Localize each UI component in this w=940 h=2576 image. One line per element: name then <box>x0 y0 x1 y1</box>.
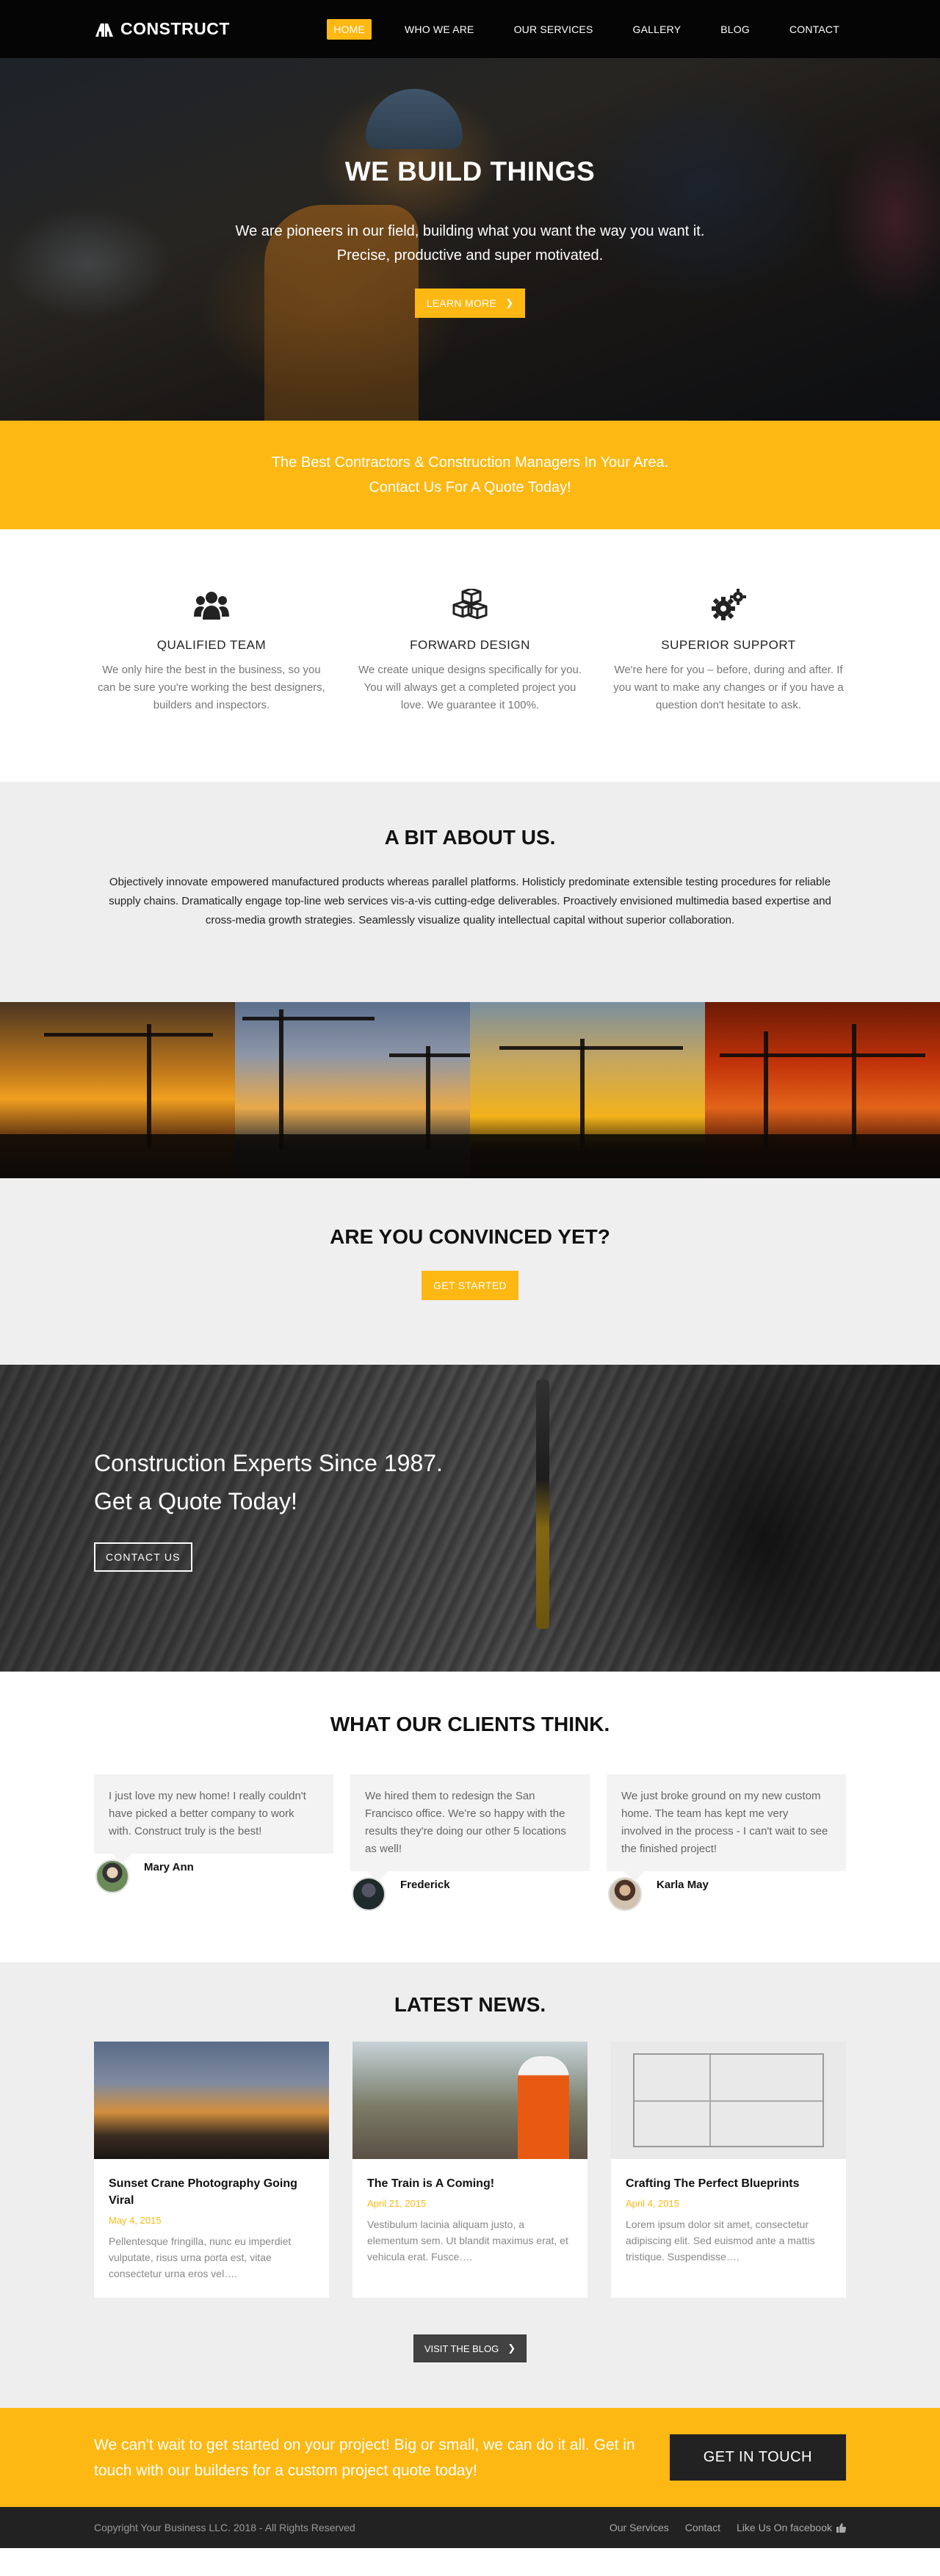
feature-text: We only hire the best in the business, s… <box>98 664 325 711</box>
footer-link-contact[interactable]: Contact <box>685 2522 720 2533</box>
thumbs-up-icon <box>836 2522 846 2533</box>
brand-name: CONSTRUCT <box>120 19 230 38</box>
banner-line1: Construction Experts Since 1987. <box>94 1450 443 1476</box>
quote-banner: Construction Experts Since 1987. Get a Q… <box>0 1365 940 1672</box>
news-card-title[interactable]: The Train is A Coming! <box>367 2175 573 2192</box>
cubes-icon <box>452 589 488 620</box>
banner-line2: Get a Quote Today! <box>94 1488 297 1514</box>
gallery-photo-crane-sunset[interactable] <box>0 1002 235 1178</box>
nav-item-gallery[interactable]: GALLERY <box>626 19 688 40</box>
gallery-photo-cranes-golden[interactable] <box>470 1002 705 1178</box>
brand-logo[interactable]: CONSTRUCT <box>94 19 230 39</box>
visit-blog-button[interactable]: VISIT THE BLOG ❯ <box>413 2334 527 2362</box>
testimonial-author: Mary Ann <box>144 1861 194 1873</box>
hero-section: WE BUILD THINGS We are pioneers in our f… <box>0 58 940 421</box>
gears-icon <box>712 589 746 620</box>
get-in-touch-button[interactable]: GET IN TOUCH <box>669 2434 846 2481</box>
chevron-right-icon: ❯ <box>505 297 514 308</box>
testimonial-quote: We just broke ground on my new custom ho… <box>607 1774 846 1882</box>
copyright-text: Copyright Your Business LLC. 2018 - All … <box>94 2522 355 2533</box>
feature-qualified-team: QUALIFIED TEAM We only hire the best in … <box>94 587 329 714</box>
news-card-title[interactable]: Sunset Crane Photography Going Viral <box>109 2175 314 2209</box>
nav-item-who-we-are[interactable]: WHO WE ARE <box>398 19 481 40</box>
footer-link-facebook[interactable]: Like Us On facebook <box>737 2522 832 2533</box>
hero-subtitle-line2: Precise, productive and super motivated. <box>336 247 604 264</box>
about-text: Objectively innovate empowered manufactu… <box>109 876 831 926</box>
feature-text: We're here for you – before, during and … <box>613 664 844 711</box>
news-image-crane[interactable] <box>94 2042 329 2159</box>
chevron-right-icon: ❯ <box>507 2343 516 2354</box>
testimonial-author: Frederick <box>400 1879 450 1891</box>
nav-item-contact[interactable]: CONTACT <box>783 19 846 40</box>
testimonial-card: We hired them to redesign the San Franci… <box>350 1774 590 1911</box>
site-footer: Copyright Your Business LLC. 2018 - All … <box>0 2507 940 2548</box>
latest-news-section: LATEST NEWS. Sunset Crane Photography Go… <box>0 1962 940 2408</box>
feature-text: We create unique designs specifically fo… <box>358 664 582 711</box>
footer-cta: We can't wait to get started on your pro… <box>0 2408 940 2507</box>
news-card-date: April 21, 2015 <box>367 2198 427 2209</box>
footer-cta-text: We can't wait to get started on your pro… <box>94 2436 635 2479</box>
hero-subtitle-line1: We are pioneers in our field, building w… <box>235 223 705 239</box>
about-section: A BIT ABOUT US. Objectively innovate emp… <box>0 782 940 1002</box>
testimonial-card: We just broke ground on my new custom ho… <box>607 1774 846 1911</box>
visit-blog-label: VISIT THE BLOG <box>424 2343 499 2354</box>
convinced-title: ARE YOU CONVINCED YET? <box>330 1225 610 1248</box>
news-card-excerpt: Pellentesque fringilla, nunc eu imperdie… <box>109 2235 292 2279</box>
photo-gallery <box>0 1002 940 1178</box>
testimonial-card: I just love my new home! I really couldn… <box>94 1774 333 1893</box>
testimonials-title: WHAT OUR CLIENTS THINK. <box>330 1713 610 1735</box>
learn-more-button[interactable]: LEARN MORE ❯ <box>414 289 526 318</box>
feature-title: SUPERIOR SUPPORT <box>661 638 796 652</box>
news-image-train[interactable] <box>352 2042 588 2159</box>
testimonial-author: Karla May <box>657 1879 709 1891</box>
strip-line1: The Best Contractors & Construction Mana… <box>271 454 669 471</box>
feature-superior-support: SUPERIOR SUPPORT We're here for you – be… <box>611 587 846 714</box>
hero-title: WE BUILD THINGS <box>344 156 596 186</box>
news-card[interactable]: Crafting The Perfect Blueprints April 4,… <box>611 2042 846 2298</box>
convinced-section: ARE YOU CONVINCED YET? GET STARTED <box>0 1178 940 1365</box>
gallery-photo-port-cranes[interactable] <box>705 1002 940 1178</box>
top-navigation: CONSTRUCT HOME WHO WE ARE OUR SERVICES G… <box>0 0 940 58</box>
strip-line2: Contact Us For A Quote Today! <box>369 479 571 496</box>
nav-item-our-services[interactable]: OUR SERVICES <box>507 19 600 40</box>
news-title: LATEST NEWS. <box>394 1993 546 2016</box>
get-started-button[interactable]: GET STARTED <box>422 1271 518 1300</box>
features-section: QUALIFIED TEAM We only hire the best in … <box>0 529 940 782</box>
learn-more-label: LEARN MORE <box>426 297 497 309</box>
users-icon <box>194 592 229 620</box>
feature-forward-design: FORWARD DESIGN We create unique designs … <box>352 587 588 714</box>
about-title: A BIT ABOUT US. <box>384 826 556 849</box>
nav-item-home[interactable]: HOME <box>327 18 372 40</box>
news-card-date: May 4, 2015 <box>109 2215 162 2226</box>
news-card-title[interactable]: Crafting The Perfect Blueprints <box>626 2175 831 2192</box>
news-card[interactable]: The Train is A Coming! April 21, 2015 Ve… <box>352 2042 588 2298</box>
contact-us-button[interactable]: CONTACT US <box>94 1542 192 1572</box>
feature-title: FORWARD DESIGN <box>410 638 530 652</box>
news-card[interactable]: Sunset Crane Photography Going Viral May… <box>94 2042 329 2298</box>
main-menu: HOME WHO WE ARE OUR SERVICES GALLERY BLO… <box>300 18 846 40</box>
testimonial-quote: I just love my new home! I really couldn… <box>94 1774 333 1864</box>
avatar <box>95 1860 129 1893</box>
gallery-photo-cranes-dusk[interactable] <box>235 1002 470 1178</box>
testimonial-quote: We hired them to redesign the San Franci… <box>350 1774 590 1882</box>
footer-link-our-services[interactable]: Our Services <box>610 2522 669 2533</box>
news-card-date: April 4, 2015 <box>626 2198 679 2209</box>
avatar <box>608 1877 642 1911</box>
contractors-strip: The Best Contractors & Construction Mana… <box>0 421 940 529</box>
nav-item-blog[interactable]: BLOG <box>714 19 756 40</box>
construct-logo-icon <box>95 23 113 37</box>
feature-title: QUALIFIED TEAM <box>156 638 267 652</box>
news-card-excerpt: Lorem ipsum dolor sit amet, consectetur … <box>626 2218 815 2263</box>
news-card-excerpt: Vestibulum lacinia aliquam justo, a elem… <box>367 2218 568 2263</box>
news-image-blueprint[interactable] <box>611 2042 846 2159</box>
testimonials-section: WHAT OUR CLIENTS THINK. I just love my n… <box>0 1672 940 1962</box>
avatar <box>352 1877 386 1911</box>
